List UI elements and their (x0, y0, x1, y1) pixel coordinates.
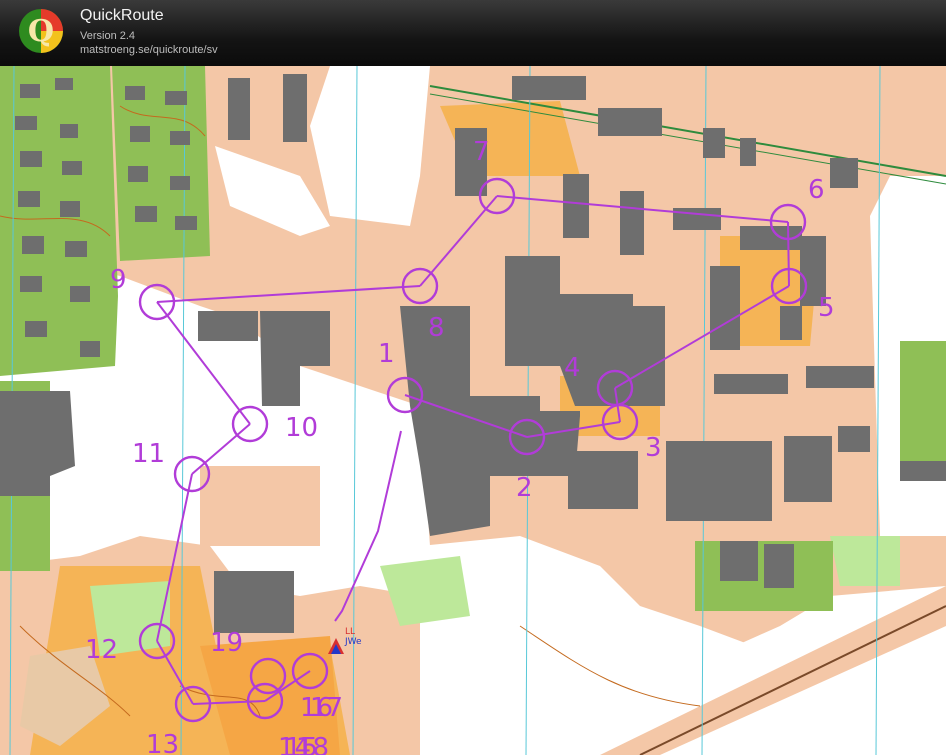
app-title: QuickRoute (80, 7, 164, 24)
control-number-5: 5 (818, 293, 835, 323)
control-number-7: 7 (473, 137, 490, 167)
app-url-link[interactable]: matstroeng.se/quickroute/sv (80, 44, 218, 56)
position-marker-label: LL (345, 627, 355, 637)
orienteering-map[interactable]: 1 2 3 4 5 6 7 8 9 10 11 12 13 14 15 16 1… (0, 66, 946, 755)
control-number-6: 6 (808, 175, 825, 205)
control-number-8: 8 (428, 313, 445, 343)
control-number-12: 12 (85, 635, 118, 665)
control-number-2: 2 (516, 473, 533, 503)
quickroute-logo-icon: Q (19, 9, 63, 53)
control-number-18: 18 (296, 733, 329, 755)
app-version: Version 2.4 (80, 30, 136, 42)
control-number-1: 1 (378, 339, 395, 369)
control-number-17: 17 (310, 693, 343, 723)
control-number-9: 9 (110, 265, 127, 295)
map-canvas[interactable]: 1 2 3 4 5 6 7 8 9 10 11 12 13 14 15 16 1… (0, 66, 946, 755)
control-number-19: 19 (210, 628, 243, 658)
control-number-3: 3 (645, 433, 662, 463)
title-bar: Q QuickRoute Version 2.4 matstroeng.se/q… (0, 0, 946, 66)
svg-text:JWe: JWe (344, 637, 362, 647)
control-number-11: 11 (132, 439, 165, 469)
svg-text:Q: Q (28, 14, 54, 49)
control-number-10: 10 (285, 413, 318, 443)
control-number-4: 4 (564, 353, 581, 383)
control-number-13: 13 (146, 730, 179, 755)
